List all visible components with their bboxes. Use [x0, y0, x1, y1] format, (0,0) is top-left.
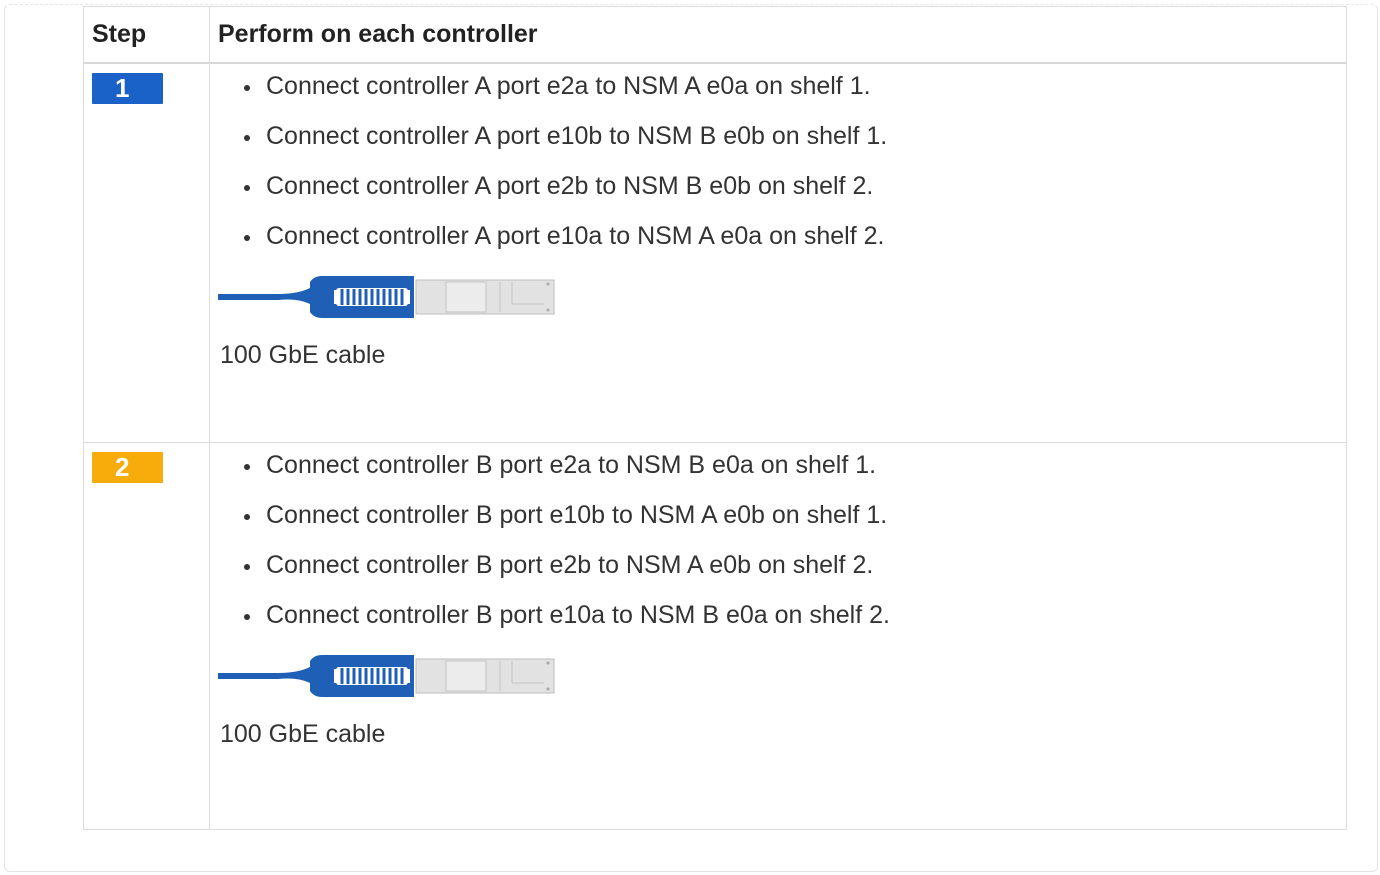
list-item: Connect controller B port e10a to NSM B …: [244, 603, 1346, 628]
step-cell: 1: [83, 62, 210, 443]
qsfp-cable-icon: [218, 276, 555, 318]
perform-column-header: Perform on each controller: [209, 6, 1347, 64]
cabling-steps-table: Step Perform on each controller 1 Connec…: [83, 6, 1347, 830]
step-badge: 2: [92, 452, 163, 483]
instruction-list: Connect controller A port e2a to NSM A e…: [210, 64, 1346, 249]
list-item: Connect controller B port e10b to NSM A …: [244, 503, 1346, 528]
cable-caption: 100 GbE cable: [220, 720, 386, 748]
instructions-cell: Connect controller A port e2a to NSM A e…: [209, 62, 1347, 443]
list-item: Connect controller A port e10b to NSM B …: [244, 124, 1346, 149]
instructions-cell: Connect controller B port e2a to NSM B e…: [209, 442, 1347, 830]
step-badge: 1: [92, 73, 163, 104]
list-item: Connect controller B port e2a to NSM B e…: [244, 453, 1346, 478]
step-column-header: Step: [83, 6, 210, 64]
list-item: Connect controller A port e2b to NSM B e…: [244, 174, 1346, 199]
list-item: Connect controller A port e10a to NSM A …: [244, 224, 1346, 249]
list-item: Connect controller A port e2a to NSM A e…: [244, 74, 1346, 99]
qsfp-cable-icon: [218, 655, 555, 697]
step-cell: 2: [83, 442, 210, 830]
list-item: Connect controller B port e2b to NSM A e…: [244, 553, 1346, 578]
table-header-row: Step Perform on each controller: [83, 6, 1347, 64]
cable-caption: 100 GbE cable: [220, 341, 386, 369]
table-row: 1 Connect controller A port e2a to NSM A…: [83, 62, 1347, 443]
table-row: 2 Connect controller B port e2a to NSM B…: [83, 442, 1347, 830]
instruction-list: Connect controller B port e2a to NSM B e…: [210, 443, 1346, 628]
